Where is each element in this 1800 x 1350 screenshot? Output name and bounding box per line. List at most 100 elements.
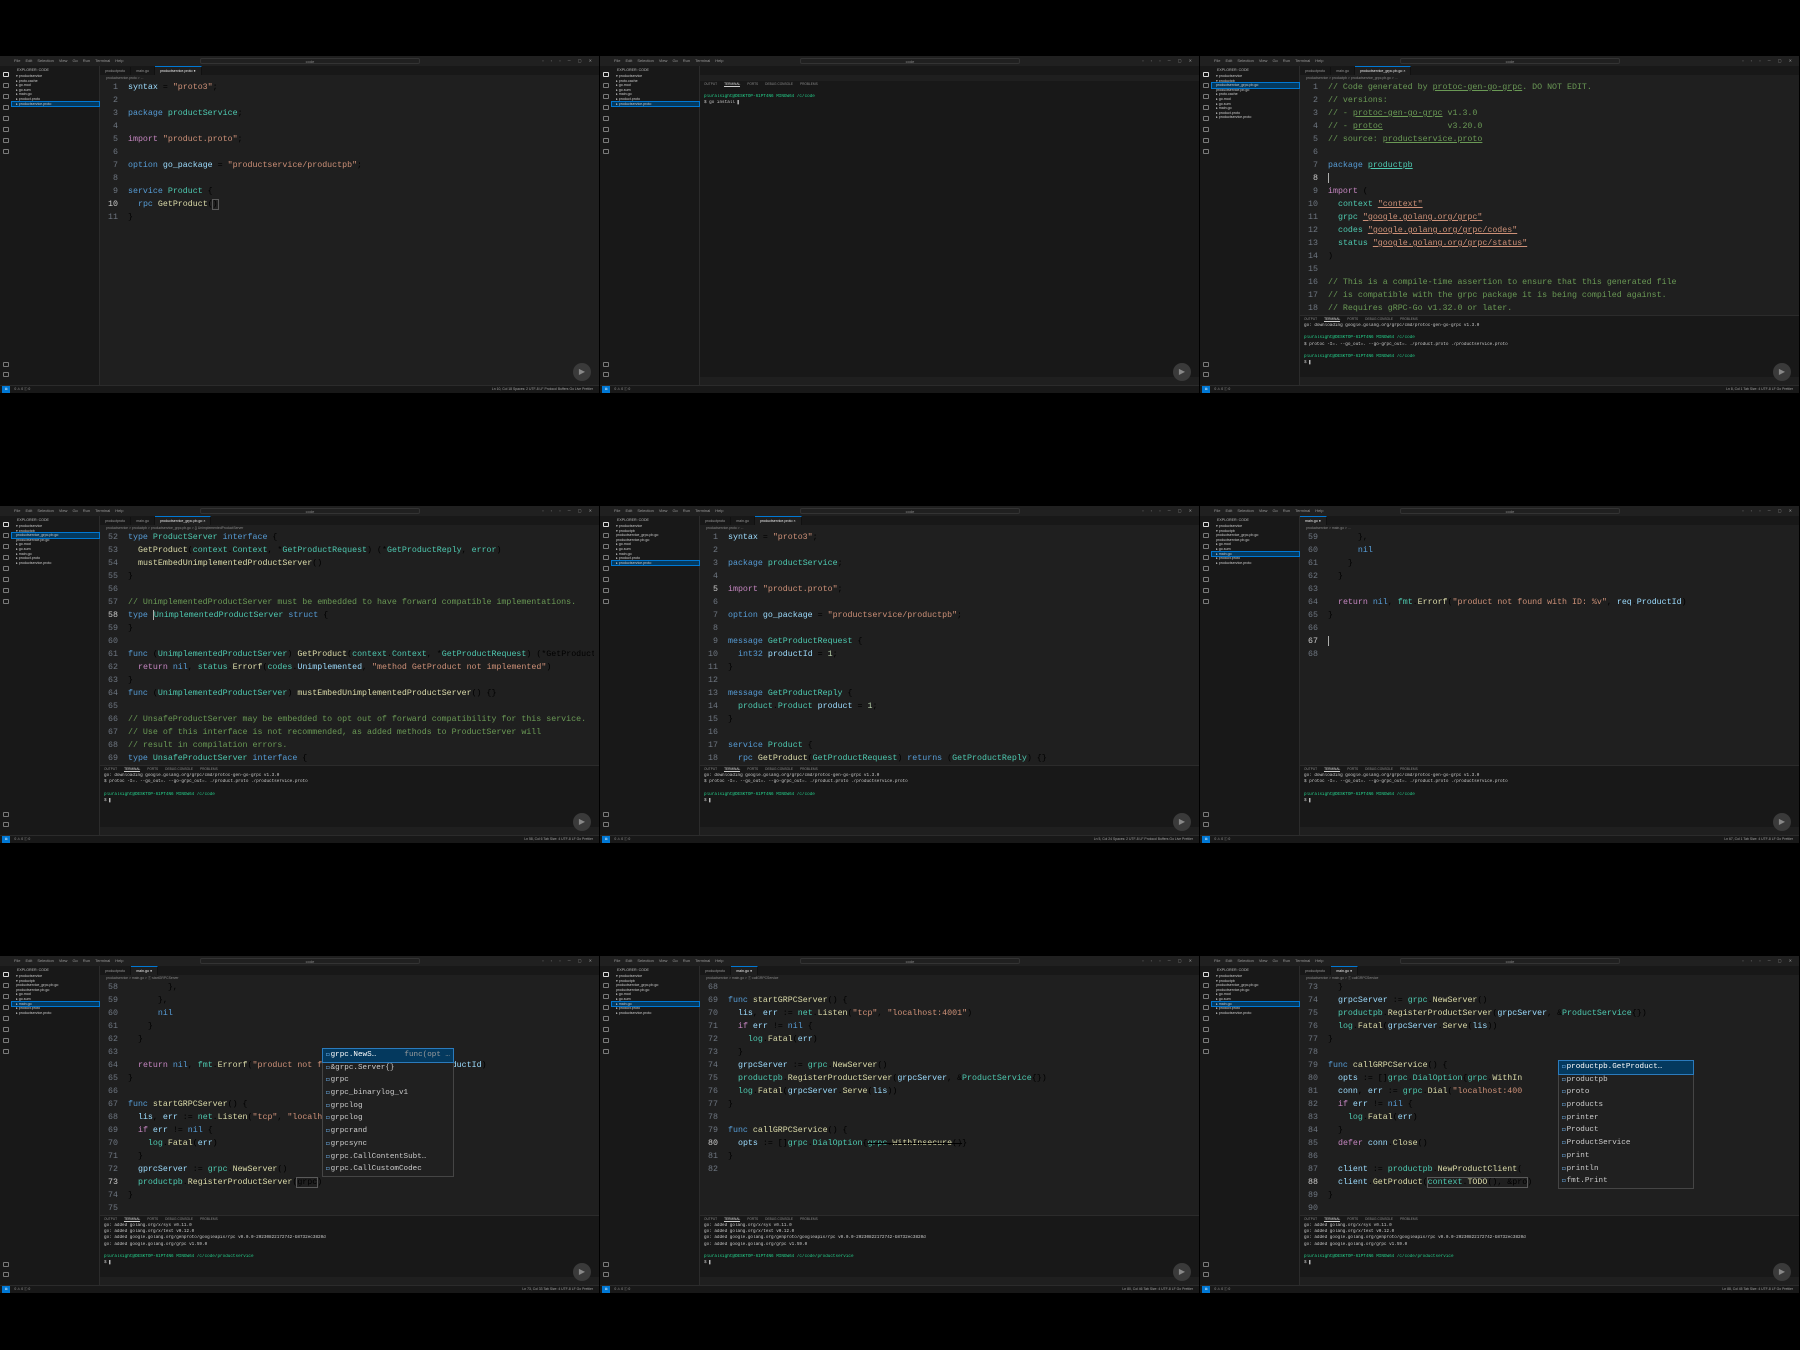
panel-tab[interactable]: OUTPUT xyxy=(1304,317,1317,321)
menu-item[interactable]: File xyxy=(614,58,620,63)
search-icon[interactable] xyxy=(1203,83,1209,88)
file-tree-item[interactable]: ▸ productservice.proto xyxy=(11,100,100,108)
command-center-search[interactable]: code xyxy=(800,958,1020,964)
menu-item[interactable]: Selection xyxy=(1237,508,1253,513)
menu-item[interactable]: Terminal xyxy=(95,508,110,513)
editor-tab[interactable]: productproto xyxy=(100,967,132,975)
command-center-search[interactable]: code xyxy=(800,58,1020,64)
file-tree-item[interactable]: ▸ productservice.proto xyxy=(1212,1011,1299,1016)
menu-item[interactable]: Go xyxy=(72,58,77,63)
file-tree-item[interactable]: ▸ productservice.proto xyxy=(612,1011,699,1016)
suggestion-item[interactable]: ◻println xyxy=(1559,1163,1693,1176)
suggestion-item[interactable]: ◻grpc xyxy=(323,1074,453,1087)
extensions-icon[interactable] xyxy=(603,116,609,121)
menu-item[interactable]: Terminal xyxy=(95,58,110,63)
suggestion-item[interactable]: ◻grpclog xyxy=(323,1100,453,1113)
code-editor[interactable]: 73 } 74 grpcServer := grpc.NewServer() 75 … xyxy=(1300,981,1799,1215)
explorer-icon[interactable] xyxy=(1203,522,1209,527)
window-controls[interactable]: ▫ ▫ ▫ ─ ▢ ✕ xyxy=(542,56,595,66)
explorer-icon[interactable] xyxy=(3,522,9,527)
panel-tab[interactable]: DEBUG CONSOLE xyxy=(165,767,193,771)
panel-tab[interactable]: OUTPUT xyxy=(104,1217,117,1221)
editor-tab[interactable]: main.go ● xyxy=(731,966,759,975)
panel-tab[interactable]: OUTPUT xyxy=(1304,1217,1317,1221)
source-control-icon[interactable] xyxy=(3,994,9,999)
suggestion-item[interactable]: ◻print xyxy=(1559,1150,1693,1163)
remote-indicator[interactable]: ⧉ xyxy=(2,386,11,393)
suggestion-item[interactable]: ◻grpcsync xyxy=(323,1138,453,1151)
panel-tab[interactable]: PORTS xyxy=(147,1217,158,1221)
search-icon[interactable] xyxy=(3,983,9,988)
source-control-icon[interactable] xyxy=(603,544,609,549)
menu-item[interactable]: Go xyxy=(72,958,77,963)
play-button-icon[interactable]: ▶ xyxy=(573,363,591,381)
panel-tab[interactable]: PORTS xyxy=(747,767,758,771)
testing-icon[interactable] xyxy=(3,588,9,593)
menu-item[interactable]: Help xyxy=(115,958,123,963)
menu-item[interactable]: Go xyxy=(1272,508,1277,513)
docker-icon[interactable] xyxy=(1203,599,1209,604)
gear-icon[interactable] xyxy=(603,1272,609,1277)
editor-tab[interactable]: productproto xyxy=(700,967,732,975)
menu-item[interactable]: Selection xyxy=(637,508,653,513)
docker-icon[interactable] xyxy=(1203,1049,1209,1054)
docker-icon[interactable] xyxy=(3,599,9,604)
menu-item[interactable]: Help xyxy=(1315,958,1323,963)
menu-item[interactable]: Help xyxy=(1315,508,1323,513)
suggestion-item[interactable]: ◻productpb.GetProduct… xyxy=(1558,1060,1694,1075)
menu-item[interactable]: File xyxy=(14,508,20,513)
menu-item[interactable]: Edit xyxy=(1225,958,1232,963)
suggestion-item[interactable]: ◻grpc.NewS… func(opt … xyxy=(322,1048,454,1063)
source-control-icon[interactable] xyxy=(1203,94,1209,99)
code-editor[interactable]: 52 type ProductServer interface {53 GetPr… xyxy=(100,531,599,765)
panel-tab[interactable]: TERMINAL xyxy=(724,82,741,87)
search-icon[interactable] xyxy=(603,533,609,538)
code-editor[interactable]: 1 // Code generated by protoc-gen-go-grpc… xyxy=(1300,81,1799,315)
code-editor[interactable]: 68 69 func startGRPCServer() {70 lis, err … xyxy=(700,981,1199,1215)
menu-item[interactable]: Terminal xyxy=(695,58,710,63)
editor-tab[interactable]: main.go ● xyxy=(131,966,159,975)
run-debug-icon[interactable] xyxy=(603,1005,609,1010)
remote-indicator[interactable]: ⧉ xyxy=(1202,1286,1211,1293)
remote-indicator[interactable]: ⧉ xyxy=(602,836,611,843)
menu-item[interactable]: File xyxy=(1214,508,1220,513)
menu-item[interactable]: View xyxy=(59,958,68,963)
extensions-icon[interactable] xyxy=(1203,566,1209,571)
editor-tab[interactable]: productservice_grpc.pb.go × xyxy=(154,516,212,525)
panel-tab[interactable]: PORTS xyxy=(747,1217,758,1221)
menu-item[interactable]: Terminal xyxy=(695,508,710,513)
panel-tab[interactable]: TERMINAL xyxy=(724,1217,741,1222)
menu-item[interactable]: Selection xyxy=(637,58,653,63)
panel-tab[interactable]: TERMINAL xyxy=(724,767,741,772)
explorer-icon[interactable] xyxy=(1203,72,1209,77)
remote-indicator[interactable]: ⧉ xyxy=(2,1286,11,1293)
panel-tab[interactable]: OUTPUT xyxy=(704,767,717,771)
menu-item[interactable]: Selection xyxy=(37,958,53,963)
editor-tab[interactable]: main.go xyxy=(131,67,155,75)
menu-item[interactable]: File xyxy=(14,958,20,963)
account-icon[interactable] xyxy=(3,362,9,367)
panel-tab[interactable]: OUTPUT xyxy=(104,767,117,771)
menu-item[interactable]: View xyxy=(59,508,68,513)
problems-count[interactable]: 0 ⚠ 0 ⓘ 0 xyxy=(614,387,630,391)
file-tree-item[interactable]: ▸ productservice.proto xyxy=(12,561,99,566)
file-tree-item[interactable]: ▸ productservice.proto xyxy=(611,559,700,567)
menu-item[interactable]: Help xyxy=(115,508,123,513)
menu-item[interactable]: Selection xyxy=(1237,958,1253,963)
file-tree-item[interactable]: ▸ productservice.proto xyxy=(12,1011,99,1016)
account-icon[interactable] xyxy=(1203,1262,1209,1267)
explorer-icon[interactable] xyxy=(603,72,609,77)
account-icon[interactable] xyxy=(603,1262,609,1267)
extensions-icon[interactable] xyxy=(3,116,9,121)
menu-item[interactable]: Selection xyxy=(637,958,653,963)
remote-indicator[interactable]: ⧉ xyxy=(2,836,11,843)
menu-item[interactable]: Edit xyxy=(625,958,632,963)
play-button-icon[interactable]: ▶ xyxy=(1773,363,1791,381)
extensions-icon[interactable] xyxy=(3,566,9,571)
menu-item[interactable]: Run xyxy=(683,508,690,513)
editor-tab[interactable]: productproto xyxy=(1300,67,1332,75)
editor-tab[interactable]: main.go ● xyxy=(1331,966,1359,975)
remote-explorer-icon[interactable] xyxy=(603,127,609,132)
extensions-icon[interactable] xyxy=(603,566,609,571)
suggestion-item[interactable]: ◻grpclog xyxy=(323,1112,453,1125)
